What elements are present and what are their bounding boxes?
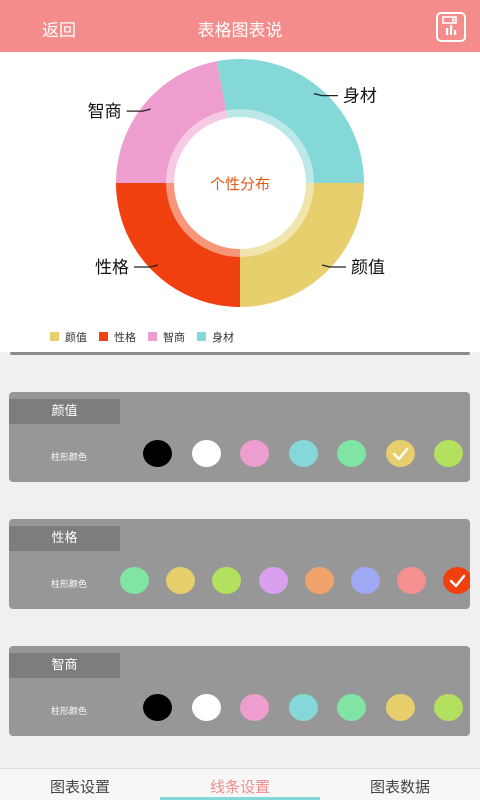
color-swatch[interactable]: [434, 440, 463, 467]
panel-title: 颜值: [9, 399, 120, 424]
page-title: 表格图表说: [197, 21, 283, 41]
save-chart-icon: [442, 16, 457, 35]
tab-chart-settings[interactable]: 图表设置: [0, 776, 160, 797]
top-bar: 返回 表格图表说: [0, 0, 480, 52]
color-swatch[interactable]: [143, 440, 172, 467]
color-swatch[interactable]: [337, 440, 366, 467]
pie-callout-label-身材: 身材: [343, 87, 377, 107]
tab-chart-data[interactable]: 图表数据: [320, 776, 480, 797]
color-swatch[interactable]: [385, 440, 415, 467]
panel-title: 智商: [9, 653, 120, 678]
color-swatch[interactable]: [166, 567, 196, 594]
color-swatch-row: [9, 440, 470, 470]
color-swatch[interactable]: [337, 694, 366, 721]
legend-swatch-身材: [197, 332, 206, 341]
pie-callout-label-智商: 智商: [88, 102, 122, 122]
color-swatch[interactable]: [288, 440, 318, 467]
color-swatch[interactable]: [304, 567, 334, 594]
check-icon: [450, 574, 466, 588]
color-swatch[interactable]: [120, 567, 149, 594]
legend-swatch-颜值: [50, 332, 59, 341]
color-swatch[interactable]: [351, 567, 380, 594]
panel-颜值: 颜值 柱形颜色: [9, 392, 470, 482]
color-swatch[interactable]: [212, 567, 242, 594]
legend-swatch-性格: [99, 332, 108, 341]
pie-callout-label-性格: 性格: [95, 258, 129, 278]
legend-label-颜值: 颜值: [65, 331, 87, 344]
save-chart-button[interactable]: [436, 12, 466, 42]
color-swatch[interactable]: [397, 567, 427, 594]
panel-title: 性格: [9, 526, 120, 551]
legend-swatch-智商: [148, 332, 157, 341]
color-swatch[interactable]: [143, 694, 172, 721]
check-icon: [392, 447, 408, 461]
color-swatch[interactable]: [258, 567, 288, 594]
color-swatch[interactable]: [191, 694, 221, 721]
color-swatch[interactable]: [240, 694, 269, 721]
color-swatch[interactable]: [240, 440, 269, 467]
legend-label-性格: 性格: [114, 330, 136, 344]
chart-center-label: 个性分布: [210, 175, 270, 193]
panel-性格: 性格 柱形颜色: [9, 519, 470, 609]
panel-智商: 智商 柱形颜色: [9, 646, 470, 736]
pie-chart: 个性分布 颜值性格智商身材 颜值 性格 智商 身材: [50, 59, 385, 344]
color-swatch[interactable]: [443, 567, 470, 594]
color-swatch[interactable]: [385, 694, 415, 721]
color-swatch[interactable]: [191, 440, 221, 467]
legend-label-智商: 智商: [163, 330, 185, 344]
color-swatch-row: [9, 567, 470, 597]
chart-card: 个性分布 颜值 性格 智商 身材 颜值 性格 智商 身材: [0, 52, 480, 352]
pie-callout-label-颜值: 颜值: [351, 258, 385, 278]
bottom-tab-bar: 图表设置 线条设置 图表数据: [0, 768, 480, 800]
color-swatch[interactable]: [434, 694, 463, 721]
legend-label-身材: 身材: [212, 330, 234, 344]
color-swatch-row: [9, 694, 470, 724]
chart-divider: [10, 352, 470, 355]
tab-line-settings[interactable]: 线条设置: [160, 776, 320, 797]
color-swatch[interactable]: [288, 694, 318, 721]
